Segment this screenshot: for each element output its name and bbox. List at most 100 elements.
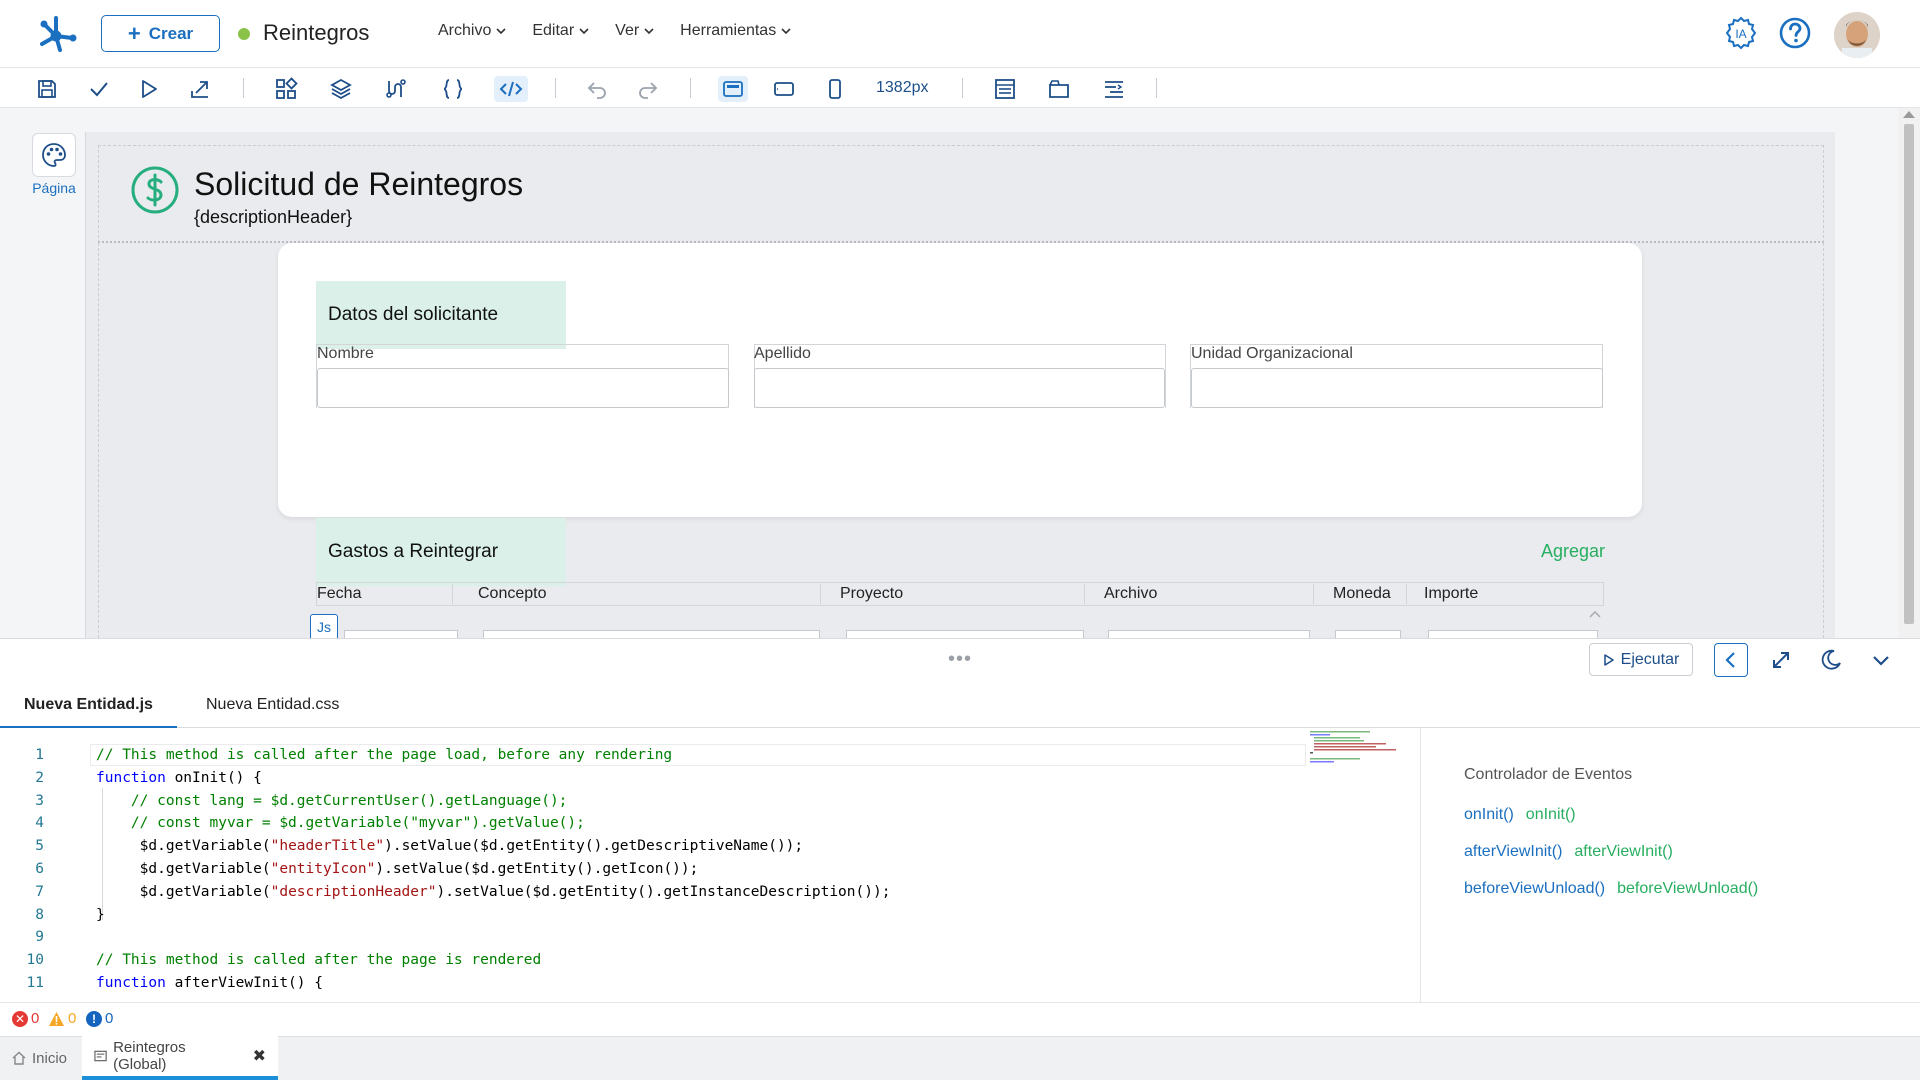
collapse-side-button[interactable] <box>1714 643 1748 677</box>
scroll-up-arrow[interactable] <box>1903 111 1915 118</box>
warning-icon <box>49 1011 64 1026</box>
validate-button[interactable] <box>86 76 112 102</box>
status-bar <box>0 1002 1920 1036</box>
line-number: 2 <box>35 769 44 786</box>
event-handler-link[interactable]: onInit() <box>1464 806 1514 824</box>
user-avatar[interactable] <box>1834 12 1880 58</box>
line-number: 7 <box>35 883 44 900</box>
event-target-link[interactable]: onInit() <box>1526 806 1576 824</box>
page-title: Solicitud de Reintegros <box>194 166 524 202</box>
menu-ver[interactable]: Ver <box>615 22 654 40</box>
column-divider <box>1313 584 1314 604</box>
code-line[interactable]: 3 // const lang = $d.getCurrentUser().ge… <box>0 790 1420 812</box>
info-count[interactable]: ! 0 <box>86 1010 113 1027</box>
column-divider <box>820 584 821 604</box>
publish-button[interactable] <box>187 76 213 102</box>
warning-count[interactable]: 0 <box>48 1010 76 1027</box>
editor-tabs: Nueva Entidad.js Nueva Entidad.css <box>0 682 1920 728</box>
window-button[interactable] <box>1046 76 1072 102</box>
tab-js-file[interactable]: Nueva Entidad.js <box>0 682 177 728</box>
code-line[interactable]: 9 <box>0 926 1420 948</box>
moon-icon <box>1821 649 1841 670</box>
tab-css-file[interactable]: Nueva Entidad.css <box>182 682 363 728</box>
apellido-input[interactable] <box>754 368 1165 408</box>
code-editor[interactable]: 1 // This method is called after the page… <box>0 744 1420 1002</box>
canvas-scrollbar[interactable] <box>1898 108 1920 638</box>
export-icon <box>191 81 208 98</box>
layout-icon <box>995 79 1015 99</box>
line-number: 6 <box>35 861 44 877</box>
redo-button[interactable] <box>635 76 661 102</box>
unidad-organizacional-input[interactable] <box>1191 368 1603 408</box>
line-number: 9 <box>35 929 44 946</box>
event-target-link[interactable]: afterViewInit() <box>1574 843 1672 861</box>
desktop-view-button[interactable] <box>718 76 748 102</box>
toolbar-divider <box>1156 78 1157 98</box>
scripts-button[interactable] <box>440 76 466 102</box>
column-proyecto: Proyecto <box>840 585 904 602</box>
panel-resize-handle[interactable]: ••• <box>948 649 972 669</box>
add-row-link[interactable]: Agregar <box>1541 541 1605 562</box>
event-row-afterviewinit: afterViewInit() afterViewInit() <box>1464 843 1673 861</box>
mobile-view-icon <box>829 79 841 99</box>
save-button[interactable] <box>34 76 60 102</box>
layers-button[interactable] <box>328 76 354 102</box>
code-line[interactable]: 2 function onInit() { <box>0 767 1420 789</box>
variables-button[interactable] <box>383 76 409 102</box>
event-handler-link[interactable]: afterViewInit() <box>1464 843 1562 861</box>
menu-editar-label: Editar <box>532 22 575 39</box>
components-button[interactable] <box>273 76 299 102</box>
line-number: 10 <box>26 952 44 969</box>
redo-icon <box>639 82 658 99</box>
tablet-view-button[interactable] <box>771 76 797 102</box>
code-text: $d.getVariable("descriptionHeader").setV… <box>96 883 891 900</box>
preview-button[interactable] <box>136 76 162 102</box>
menu-editar[interactable]: Editar <box>532 22 589 40</box>
collapse-panel-button[interactable] <box>1864 643 1898 677</box>
page-style-button[interactable] <box>32 133 76 177</box>
run-button[interactable]: Ejecutar <box>1589 643 1693 676</box>
mobile-view-button[interactable] <box>822 76 848 102</box>
code-line[interactable]: 1 // This method is called after the page… <box>0 744 1420 766</box>
event-target-link[interactable]: beforeViewUnload() <box>1617 880 1758 898</box>
line-number: 8 <box>35 906 44 923</box>
code-line[interactable]: 4 // const myvar = $d.getVariable("myvar… <box>0 812 1420 834</box>
help-icon[interactable] <box>1778 16 1812 50</box>
code-line[interactable]: 7 $d.getVariable("descriptionHeader").se… <box>0 881 1420 903</box>
ai-assistant-icon[interactable]: IA <box>1724 16 1758 50</box>
error-icon: ✕ <box>12 1010 28 1027</box>
close-icon[interactable]: ✖ <box>253 1046 266 1066</box>
chevron-down-icon <box>1873 656 1889 666</box>
column-concepto: Concepto <box>478 585 547 602</box>
tab-reintegros[interactable]: Reintegros (Global) ✖ <box>82 1036 278 1080</box>
tab-inicio[interactable]: Inicio <box>0 1036 79 1080</box>
create-button[interactable]: + Crear <box>101 15 220 52</box>
code-line[interactable]: 6 $d.getVariable("entityIcon").setValue(… <box>0 858 1420 880</box>
palette-icon <box>42 143 66 167</box>
code-line[interactable]: 8} <box>0 904 1420 926</box>
align-button[interactable] <box>1101 76 1127 102</box>
menu-herramientas[interactable]: Herramientas <box>680 22 791 40</box>
event-handler-link[interactable]: beforeViewUnload() <box>1464 880 1605 898</box>
scrollbar-thumb[interactable] <box>1904 124 1914 624</box>
app-logo-icon[interactable] <box>34 12 78 56</box>
chevron-up-icon[interactable] <box>1589 610 1601 618</box>
column-divider <box>1084 584 1085 604</box>
layout-button[interactable] <box>992 76 1018 102</box>
chevron-down-icon <box>496 28 506 35</box>
dark-mode-button[interactable] <box>1814 643 1848 677</box>
code-line[interactable]: 5 $d.getVariable("headerTitle").setValue… <box>0 835 1420 857</box>
nombre-input[interactable] <box>317 368 729 408</box>
field-nombre-label: Nombre <box>317 345 374 362</box>
js-badge[interactable]: Js <box>310 614 338 640</box>
undo-button[interactable] <box>584 76 610 102</box>
app-title: Reintegros <box>263 20 370 45</box>
code-line[interactable]: 11 function afterViewInit() { <box>0 972 1420 994</box>
menu-archivo[interactable]: Archivo <box>438 22 506 40</box>
code-minimap[interactable] <box>1308 728 1398 768</box>
code-line[interactable]: 10 // This method is called after the pag… <box>0 949 1420 971</box>
maximize-button[interactable] <box>1764 643 1798 677</box>
error-count[interactable]: ✕ 0 <box>12 1010 39 1027</box>
field-unidad-label: Unidad Organizacional <box>1191 345 1353 362</box>
code-editor-button[interactable] <box>494 76 528 102</box>
